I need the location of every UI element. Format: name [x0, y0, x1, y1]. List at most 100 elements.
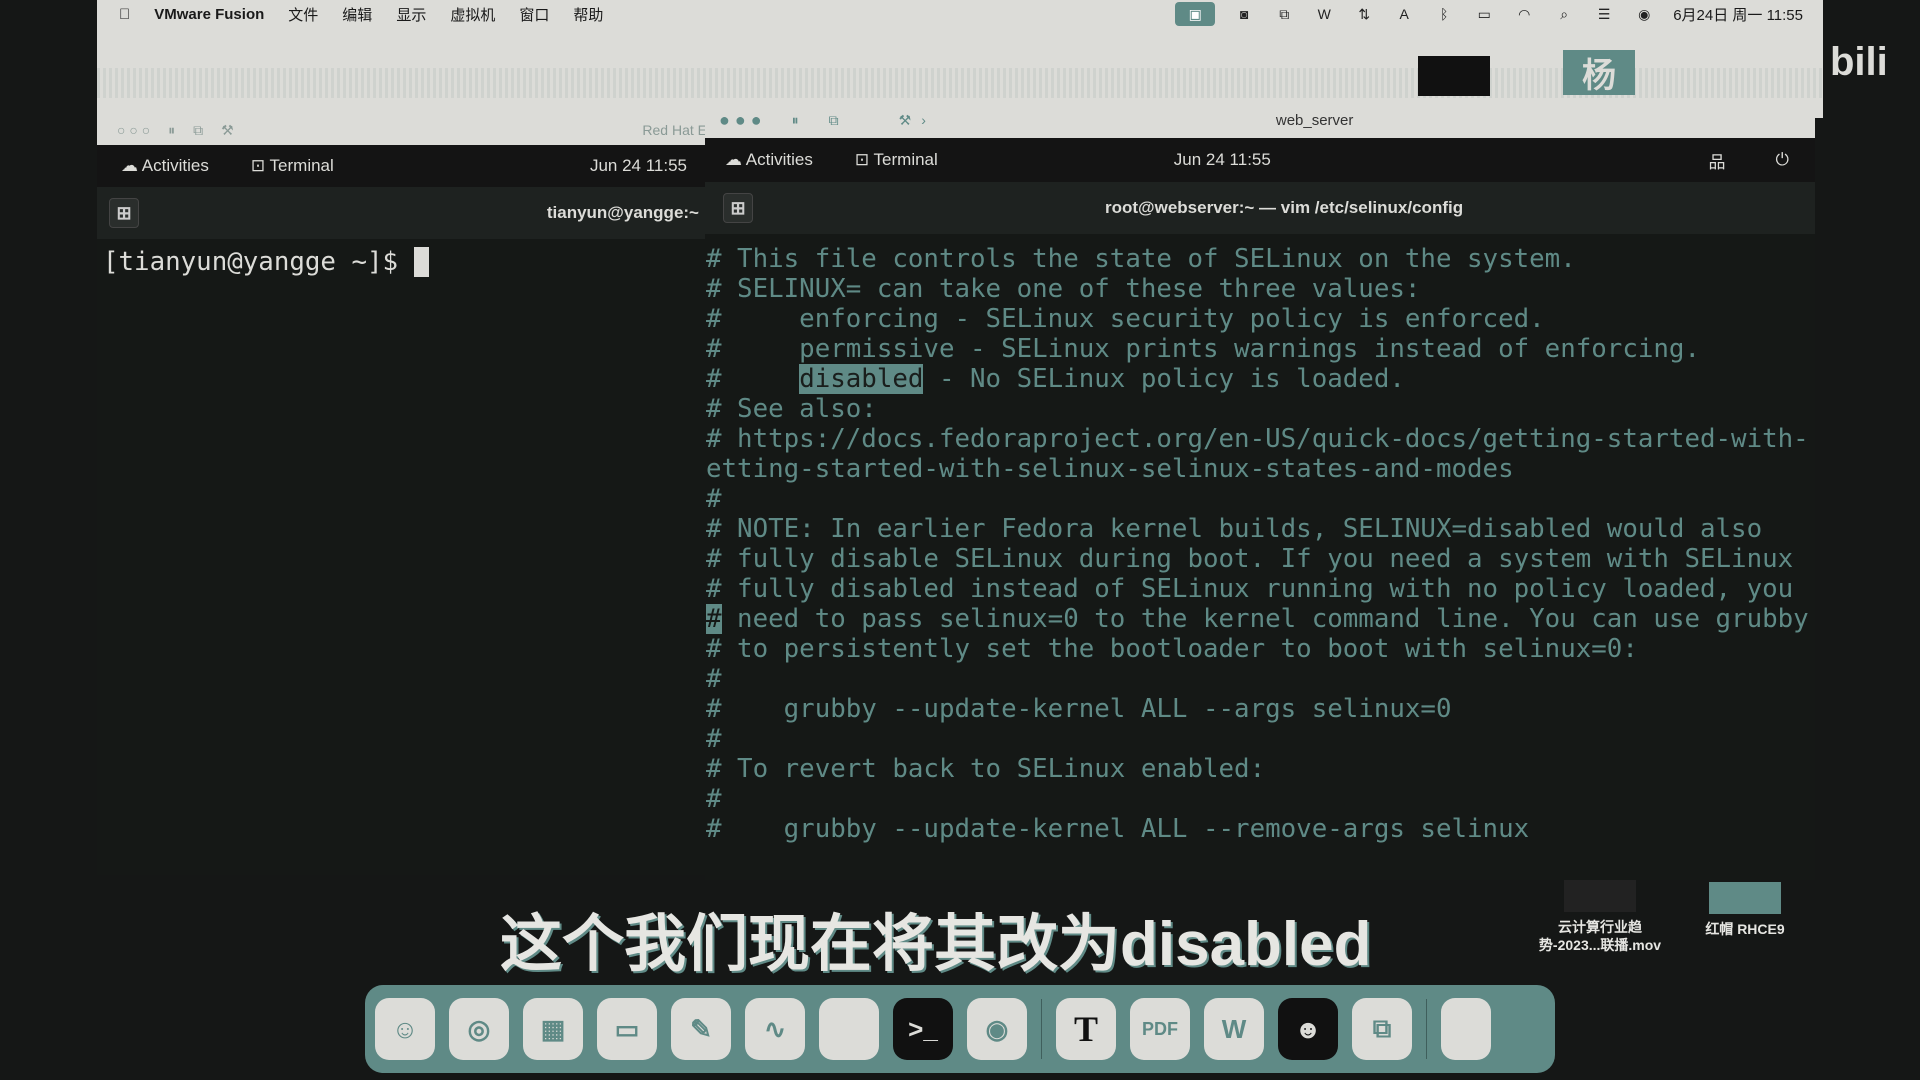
snapshot-icon[interactable]: ⧉: [829, 112, 839, 129]
menu-view[interactable]: 显示: [396, 4, 426, 25]
terminal-body[interactable]: [tianyun@yangge ~]$: [97, 239, 707, 285]
vmware-icon[interactable]: ⧉: [1352, 998, 1412, 1060]
activities-label: Activities: [745, 150, 813, 169]
activities-button[interactable]: ☁ Activities: [725, 150, 813, 170]
new-tab-button[interactable]: ⊞: [723, 193, 753, 223]
code-prefix: #: [706, 364, 800, 394]
video-subtitle: 这个我们现在将其改为disabled: [500, 910, 1372, 979]
apple-icon[interactable]: : [119, 6, 130, 23]
terminal-header: ⊞ root@webserver:~ — vim /etc/selinux/co…: [705, 182, 1815, 234]
code-line: # enforcing - SELinux security policy is…: [706, 304, 1545, 334]
left-vm-toolbar: ○ ○ ○ ⏸ ⧉ ⚒ Red Hat E: [97, 115, 707, 145]
menu-help[interactable]: 帮助: [573, 4, 603, 25]
file-label: 势-2023...联播.mov: [1538, 937, 1662, 953]
menu-file[interactable]: 文件: [288, 4, 318, 25]
preview-icon[interactable]: ▭: [597, 998, 657, 1060]
script-editor-icon[interactable]: ✎: [671, 998, 731, 1060]
window-controls-icon[interactable]: ○ ○ ○: [117, 122, 150, 138]
terminal-header: ⊞ tianyun@yangge:~: [97, 187, 707, 239]
wps-status-icon[interactable]: W: [1313, 5, 1335, 23]
bluetooth-icon[interactable]: ᛒ: [1433, 5, 1455, 23]
vim-cursor: #: [706, 604, 722, 634]
code-line: # To revert back to SELinux enabled:: [706, 754, 1266, 784]
menu-app-name[interactable]: VMware Fusion: [154, 6, 264, 23]
network-icon[interactable]: 品: [1709, 148, 1726, 173]
launchpad-icon[interactable]: ▦: [523, 998, 583, 1060]
gnome-top-bar: ☁ Activities ⊡ Terminal Jun 24 11:55: [97, 145, 707, 187]
code-line: # permissive - SELinux prints warnings i…: [706, 334, 1700, 364]
code-line: #: [706, 724, 722, 754]
code-rest: need to pass selinux=0 to the kernel com…: [721, 604, 1809, 634]
notes-icon[interactable]: [819, 998, 879, 1060]
screen-share-icon[interactable]: ▣: [1175, 2, 1216, 26]
settings-wrench-icon[interactable]: ⚒: [899, 112, 912, 129]
wifi-icon[interactable]: ◠: [1513, 5, 1535, 23]
new-tab-button[interactable]: ⊞: [109, 198, 139, 228]
terminal-title: root@webserver:~ — vim /etc/selinux/conf…: [1105, 198, 1464, 217]
window-controls-icon[interactable]: ● ● ●: [719, 110, 762, 131]
file-label: 红帽 RHCE9: [1705, 921, 1785, 937]
terminal-app-menu[interactable]: ⊡ Terminal: [855, 150, 938, 170]
chrome-icon[interactable]: ◉: [967, 998, 1027, 1060]
siri-icon[interactable]: ◉: [1633, 5, 1655, 23]
right-vm-title: web_server: [1275, 111, 1354, 129]
desktop-folder-rhce9[interactable]: 红帽 RHCE9: [1690, 882, 1800, 938]
control-center-icon[interactable]: ☰: [1593, 5, 1615, 23]
folder-icon: [1709, 882, 1781, 914]
chevron-right-icon[interactable]: ›: [921, 112, 926, 128]
right-vm-window: ● ● ● ⏸ ⧉ ⚒ › web_server ☁ Activities ⊡ …: [705, 102, 1815, 880]
shell-prompt: [tianyun@yangge ~]$: [103, 247, 414, 277]
search-highlight: disabled: [799, 364, 924, 394]
activities-label: Activities: [141, 156, 209, 175]
code-line: # NOTE: In earlier Fedora kernel builds,…: [706, 514, 1763, 544]
menubar-clock: 6月24日 周一 11:55: [1673, 6, 1803, 24]
vmware-status-icon[interactable]: ⧉: [1273, 5, 1295, 23]
menu-edit[interactable]: 编辑: [342, 4, 372, 25]
code-line: # disabled - No SELinux policy is loaded…: [706, 364, 1815, 394]
pdf-icon[interactable]: PDF: [1130, 998, 1190, 1060]
battery-icon[interactable]: ▭: [1473, 5, 1495, 23]
pause-icon[interactable]: ⏸: [168, 122, 175, 139]
video-thumbnail: [1564, 880, 1636, 912]
code-line: # grubby --update-kernel ALL --remove-ar…: [706, 814, 1530, 844]
terminal-app-menu[interactable]: ⊡ Terminal: [251, 156, 334, 176]
dock-separator: [1426, 999, 1427, 1059]
camera-icon[interactable]: ◙: [1233, 5, 1255, 23]
code-line: #: [706, 784, 722, 814]
typora-icon[interactable]: T: [1056, 998, 1116, 1060]
code-line: # See also:: [706, 394, 877, 424]
gnome-clock[interactable]: Jun 24 11:55: [1174, 150, 1271, 170]
code-line: # need to pass selinux=0 to the kernel c…: [706, 604, 1815, 634]
right-vm-toolbar: ● ● ● ⏸ ⧉ ⚒ › web_server: [705, 102, 1815, 138]
code-line: # SELINUX= can take one of these three v…: [706, 274, 1421, 304]
input-method-icon[interactable]: A: [1393, 5, 1415, 23]
menu-vm[interactable]: 虚拟机: [450, 4, 495, 25]
activities-button[interactable]: ☁ Activities: [121, 156, 209, 176]
mac-menubar:  VMware Fusion 文件 编辑 显示 虚拟机 窗口 帮助 ▣ ◙ ⧉…: [97, 0, 1823, 28]
trash-icon[interactable]: [1441, 998, 1491, 1060]
search-icon[interactable]: ⌕: [1553, 5, 1575, 23]
finder-icon[interactable]: ☺: [375, 998, 435, 1060]
settings-wrench-icon[interactable]: ⚒: [221, 122, 234, 139]
sync-icon[interactable]: ⇅: [1353, 5, 1375, 23]
gnome-clock[interactable]: Jun 24 11:55: [590, 156, 687, 176]
code-line: # https://docs.fedoraproject.org/en-US/q…: [706, 424, 1809, 454]
chat-icon[interactable]: ☻: [1278, 998, 1338, 1060]
menu-window[interactable]: 窗口: [519, 4, 549, 25]
code-line: #: [706, 484, 722, 514]
wps-icon[interactable]: W: [1204, 998, 1264, 1060]
terminal-icon[interactable]: >_: [893, 998, 953, 1060]
code-line: # fully disabled instead of SELinux runn…: [706, 574, 1794, 604]
channel-logo-text: 杨: [1563, 50, 1635, 95]
snapshot-icon[interactable]: ⧉: [193, 122, 203, 139]
safari-icon[interactable]: ◎: [449, 998, 509, 1060]
freeform-icon[interactable]: ∿: [745, 998, 805, 1060]
code-line: # fully disable SELinux during boot. If …: [706, 544, 1794, 574]
vim-editor[interactable]: # This file controls the state of SELinu…: [705, 234, 1815, 844]
power-icon[interactable]: ⏻: [1776, 150, 1789, 170]
terminal-label: Terminal: [269, 156, 334, 175]
desktop-file-video[interactable]: 云计算行业趋 势-2023...联播.mov: [1520, 880, 1680, 954]
file-label: 云计算行业趋: [1558, 919, 1642, 935]
gnome-top-bar: ☁ Activities ⊡ Terminal Jun 24 11:55 品 ⏻: [705, 138, 1815, 182]
pause-icon[interactable]: ⏸: [792, 112, 799, 129]
